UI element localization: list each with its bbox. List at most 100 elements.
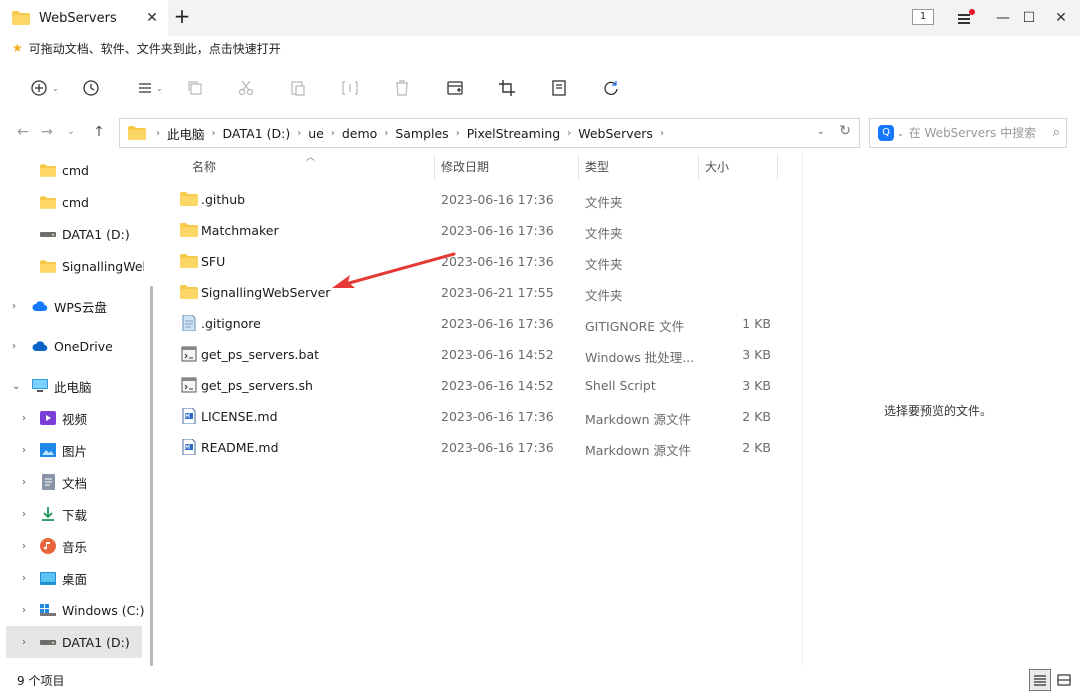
search-box[interactable]: Q ⌄ ⌕ [869,118,1067,148]
chevron-down-icon[interactable]: ⌄ [12,381,20,392]
file-type: 文件夹 [585,257,623,272]
address-bar[interactable]: › 此电脑 › DATA1 (D:) › ue › demo › Samples… [119,118,860,148]
maximize-button[interactable]: ☐ [1019,8,1039,28]
column-header-size[interactable]: 大小 [705,152,729,180]
sidebar-item-cmd[interactable]: cmd [0,154,150,186]
new-tab-button[interactable]: + [171,6,193,28]
tiles-view-button[interactable] [1053,669,1075,691]
sidebar-item-desktop[interactable]: › 桌面 [0,562,150,594]
close-window-button[interactable]: ✕ [1051,8,1071,28]
chevron-down-icon[interactable]: ⌄ [817,126,825,137]
breadcrumb-item[interactable]: 此电脑 [167,124,205,143]
breadcrumb-item[interactable]: demo [342,126,377,141]
column-header-name[interactable]: 名称 [192,152,216,180]
chevron-right-icon[interactable]: › [22,509,26,520]
chevron-right-icon[interactable]: › [22,541,26,552]
chevron-right-icon[interactable]: › [22,477,26,488]
refresh-icon[interactable]: ↻ [839,123,851,139]
chevron-right-icon[interactable]: › [456,128,460,139]
properties-icon[interactable] [547,76,571,100]
chevron-down-icon[interactable]: ⌄ [156,84,163,93]
history-icon[interactable] [79,76,103,100]
column-divider[interactable] [434,154,435,180]
chevron-right-icon[interactable]: › [12,341,16,352]
minimize-button[interactable]: — [993,8,1013,28]
search-engine-icon[interactable]: Q [878,125,894,141]
chevron-down-icon[interactable]: ⌄ [897,129,904,138]
chevron-right-icon[interactable]: › [660,128,664,139]
crop-icon[interactable] [495,76,519,100]
sidebar-item-wps-cloud[interactable]: › WPS云盘 [0,290,150,322]
close-tab-icon[interactable]: ✕ [144,10,160,26]
sidebar-item-documents[interactable]: › 文档 [0,466,150,498]
delete-icon[interactable] [390,76,414,100]
sidebar-item-pictures[interactable]: › 图片 [0,434,150,466]
file-row[interactable]: get_ps_servers.bat 2023-06-16 14:52 Wind… [160,339,780,370]
sidebar-item-windows-c[interactable]: › Windows (C:) [0,594,150,626]
breadcrumb-item[interactable]: DATA1 (D:) [223,126,291,141]
chevron-right-icon[interactable]: › [384,128,388,139]
sidebar-item-this-pc[interactable]: ⌄ 此电脑 [0,370,150,402]
sidebar-item-cmd[interactable]: cmd [0,186,150,218]
breadcrumb-item[interactable]: WebServers [578,126,653,141]
forward-button[interactable]: → [38,122,56,142]
recent-locations-button[interactable]: ⌄ [62,122,80,142]
folder-icon [180,192,198,206]
column-divider[interactable] [698,154,699,180]
breadcrumb-item[interactable]: PixelStreaming [467,126,560,141]
breadcrumb-item[interactable]: Samples [395,126,448,141]
chevron-right-icon[interactable]: › [22,445,26,456]
file-row[interactable]: SignallingWebServer 2023-06-21 17:55 文件夹 [160,277,780,308]
folder-icon [180,223,198,237]
sidebar-item-data1-d[interactable]: › DATA1 (D:) [6,626,142,658]
view-list-icon[interactable] [133,76,157,100]
chevron-right-icon[interactable]: › [12,301,16,312]
share-icon[interactable] [443,76,467,100]
sidebar-item-signallingwebserver[interactable]: SignallingWebServer [0,250,150,282]
sidebar-item-downloads[interactable]: › 下载 [0,498,150,530]
folder-icon [40,194,56,210]
up-button[interactable]: ↑ [90,122,108,142]
file-row[interactable]: README.md 2023-06-16 17:36 Markdown 源文件 … [160,432,780,463]
file-row[interactable]: SFU 2023-06-16 17:36 文件夹 [160,246,780,277]
file-row[interactable]: .github 2023-06-16 17:36 文件夹 [160,184,780,215]
chevron-right-icon[interactable]: › [22,573,26,584]
chevron-right-icon[interactable]: › [22,413,26,424]
sidebar-scrollbar[interactable] [150,286,153,666]
sidebar-item-data1[interactable]: DATA1 (D:) [0,218,150,250]
sidebar-item-videos[interactable]: › 视频 [0,402,150,434]
file-row[interactable]: Matchmaker 2023-06-16 17:36 文件夹 [160,215,780,246]
menu-icon[interactable] [955,9,975,27]
column-header-type[interactable]: 类型 [585,152,609,180]
column-header-date[interactable]: 修改日期 [441,152,489,180]
file-row[interactable]: get_ps_servers.sh 2023-06-16 14:52 Shell… [160,370,780,401]
chevron-right-icon[interactable]: › [331,128,335,139]
chevron-right-icon[interactable]: › [156,128,160,139]
sync-icon[interactable] [599,76,623,100]
column-divider[interactable] [777,154,778,180]
file-row[interactable]: LICENSE.md 2023-06-16 17:36 Markdown 源文件… [160,401,780,432]
file-row[interactable]: .gitignore 2023-06-16 17:36 GITIGNORE 文件… [160,308,780,339]
chevron-right-icon[interactable]: › [212,128,216,139]
sidebar-item-music[interactable]: › 音乐 [0,530,150,562]
back-button[interactable]: ← [14,122,32,142]
rename-icon[interactable] [338,76,362,100]
search-input[interactable] [908,126,1044,140]
sidebar-item-onedrive[interactable]: › OneDrive [0,330,150,362]
chevron-right-icon[interactable]: › [567,128,571,139]
paste-icon[interactable] [286,76,310,100]
window-count-badge[interactable]: 1 [912,9,934,25]
search-icon[interactable]: ⌕ [1053,125,1060,140]
cut-icon[interactable] [234,76,258,100]
chevron-right-icon[interactable]: › [22,637,26,648]
chevron-down-icon[interactable]: ⌄ [52,84,59,93]
tab-webservers[interactable]: WebServers ✕ [0,0,168,36]
favorites-bar[interactable]: ★ 可拖动文档、软件、文件夹到此，点击快速打开 [0,36,1080,60]
copy-icon[interactable] [183,76,207,100]
chevron-right-icon[interactable]: › [297,128,301,139]
chevron-right-icon[interactable]: › [22,605,26,616]
breadcrumb-item[interactable]: ue [308,126,324,141]
new-icon[interactable] [27,76,51,100]
column-divider[interactable] [578,154,579,180]
details-view-button[interactable] [1029,669,1051,691]
